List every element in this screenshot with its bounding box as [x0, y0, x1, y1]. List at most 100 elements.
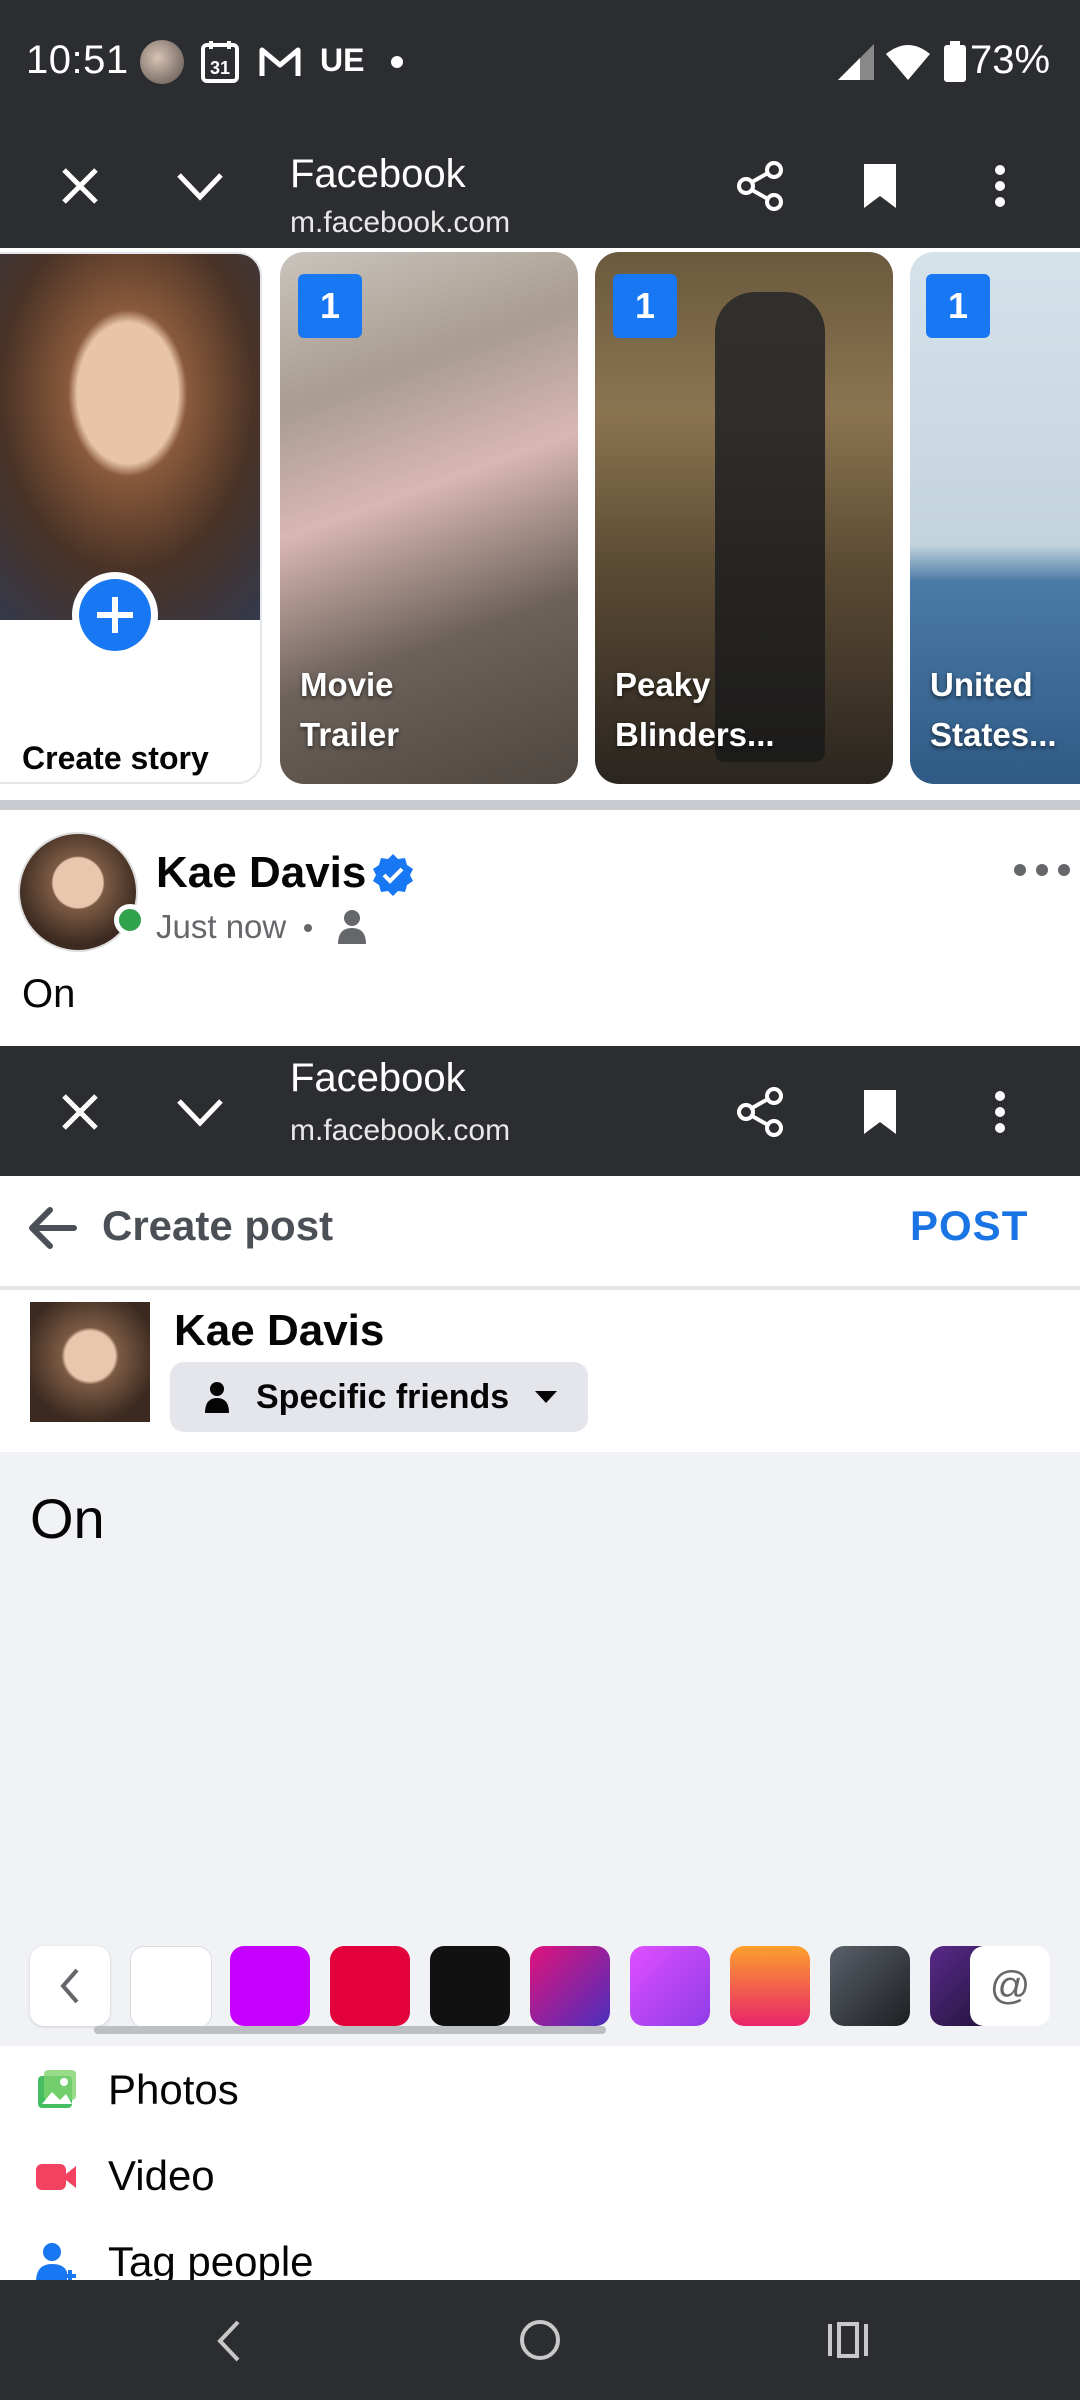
online-status-indicator: [114, 904, 146, 936]
chevron-down-icon: [177, 173, 223, 201]
photos-option[interactable]: Photos: [0, 2046, 1080, 2132]
friends-audience-icon: [338, 910, 366, 944]
system-navigation-bar: [0, 2280, 1080, 2400]
verified-badge-icon: [373, 854, 413, 896]
browser-page-title: Facebook: [290, 1056, 466, 1100]
more-vertical-icon: [995, 1091, 1005, 1133]
story-badge: 1: [926, 274, 990, 338]
bookmark-button[interactable]: [840, 146, 920, 226]
story-caption: Peaky Blinders...: [615, 660, 875, 760]
close-tab-button[interactable]: [40, 146, 120, 226]
browser-toolbar-top: Facebook m.facebook.com: [0, 124, 1080, 248]
notification-avatar-icon: [140, 40, 184, 84]
stories-tray: Create story 1 Movie Trailer 1 Peaky Bli…: [0, 248, 1080, 804]
bookmark-button[interactable]: [840, 1072, 920, 1152]
tag-people-icon: [36, 2243, 76, 2280]
gmail-icon: [259, 47, 301, 76]
photos-label: Photos: [108, 2066, 239, 2113]
story-caption-line: Peaky: [615, 666, 711, 703]
overflow-menu-button[interactable]: [960, 146, 1040, 226]
background-swatch[interactable]: [730, 1946, 810, 2026]
video-label: Video: [108, 2152, 215, 2199]
share-button[interactable]: [720, 146, 800, 226]
section-divider: [0, 800, 1080, 810]
background-swatch[interactable]: [830, 1946, 910, 2026]
post-author-name[interactable]: Kae Davis: [156, 848, 366, 898]
composer-author-avatar: [30, 1302, 150, 1422]
composer-author-name: Kae Davis: [174, 1306, 385, 1355]
person-icon: [205, 1382, 229, 1413]
chevron-down-icon: [177, 1099, 223, 1127]
close-icon: [62, 1094, 98, 1130]
close-tab-button[interactable]: [40, 1072, 120, 1152]
story-caption-line: Movie: [300, 666, 394, 703]
swatch-collapse-button[interactable]: [30, 1946, 110, 2026]
video-icon: [36, 2164, 76, 2190]
chevron-left-icon: [60, 1968, 79, 2004]
audience-selector-button[interactable]: Specific friends: [170, 1362, 588, 1432]
share-icon: [737, 1087, 783, 1137]
background-swatch[interactable]: [630, 1946, 710, 2026]
share-button[interactable]: [720, 1072, 800, 1152]
video-option[interactable]: Video: [0, 2132, 1080, 2218]
create-story-plus-button[interactable]: [72, 572, 158, 658]
story-card[interactable]: 1 United States...: [910, 252, 1080, 784]
plus-icon: [79, 579, 151, 651]
background-swatch[interactable]: [230, 1946, 310, 2026]
background-swatch[interactable]: [130, 1946, 212, 2028]
background-swatch[interactable]: [530, 1946, 610, 2026]
signal-icon: [838, 44, 874, 80]
browser-url: m.facebook.com: [290, 206, 511, 239]
create-story-photo: [0, 254, 260, 620]
calendar-icon: 31: [201, 41, 239, 83]
mention-button[interactable]: @: [970, 1946, 1050, 2026]
close-icon: [62, 168, 98, 204]
story-caption-line: Trailer: [300, 716, 400, 753]
background-swatch[interactable]: [430, 1946, 510, 2026]
calendar-day: 31: [210, 58, 230, 78]
audience-label: Specific friends: [256, 1377, 510, 1416]
post-author-avatar[interactable]: [18, 832, 138, 952]
more-vertical-icon: [995, 165, 1005, 207]
minimize-button[interactable]: [160, 146, 240, 226]
share-icon: [737, 161, 783, 211]
post-button[interactable]: POST: [910, 1202, 1028, 1250]
story-card[interactable]: 1 Movie Trailer: [280, 252, 578, 784]
back-arrow-icon[interactable]: [24, 1200, 80, 1256]
story-card[interactable]: 1 Peaky Blinders...: [595, 252, 893, 784]
minimize-button[interactable]: [160, 1072, 240, 1152]
wifi-icon: [886, 45, 930, 80]
home-nav-icon[interactable]: [518, 2318, 562, 2362]
create-story-label: Create story: [22, 740, 209, 776]
overflow-menu-button[interactable]: [960, 1072, 1040, 1152]
carrier-tag: UE: [320, 42, 365, 78]
browser-page-title: Facebook: [290, 152, 466, 196]
story-caption-line: Blinders...: [615, 716, 775, 753]
composer-text-input[interactable]: On: [30, 1486, 105, 1551]
story-caption-line: United: [930, 666, 1033, 703]
story-caption-line: States...: [930, 716, 1057, 753]
create-story-card[interactable]: Create story: [0, 252, 262, 784]
caret-down-icon: [535, 1391, 558, 1403]
battery-icon: [944, 41, 966, 82]
status-time: 10:51: [26, 38, 129, 82]
bookmark-icon: [864, 1090, 896, 1134]
post-timestamp[interactable]: Just now: [156, 908, 286, 946]
tag-people-option[interactable]: Tag people: [0, 2218, 1080, 2280]
more-notifications-dot: [391, 56, 403, 68]
create-post-title: Create post: [102, 1202, 334, 1249]
story-badge: 1: [298, 274, 362, 338]
story-badge: 1: [613, 274, 677, 338]
meta-separator-dot: [304, 924, 312, 932]
photos-icon: [38, 2070, 76, 2108]
more-horizontal-icon[interactable]: [1012, 860, 1072, 880]
battery-percentage: 73%: [970, 38, 1051, 82]
background-swatch[interactable]: [330, 1946, 410, 2026]
swatch-scrollbar[interactable]: [94, 2026, 606, 2034]
browser-toolbar-overlay: Facebook m.facebook.com: [0, 1046, 1080, 1176]
back-nav-icon[interactable]: [214, 2318, 244, 2364]
browser-url: m.facebook.com: [290, 1114, 511, 1147]
status-bar: 10:51 31 UE 73%: [0, 0, 1080, 124]
tag-people-label: Tag people: [108, 2238, 314, 2280]
recents-nav-icon[interactable]: [826, 2320, 870, 2360]
